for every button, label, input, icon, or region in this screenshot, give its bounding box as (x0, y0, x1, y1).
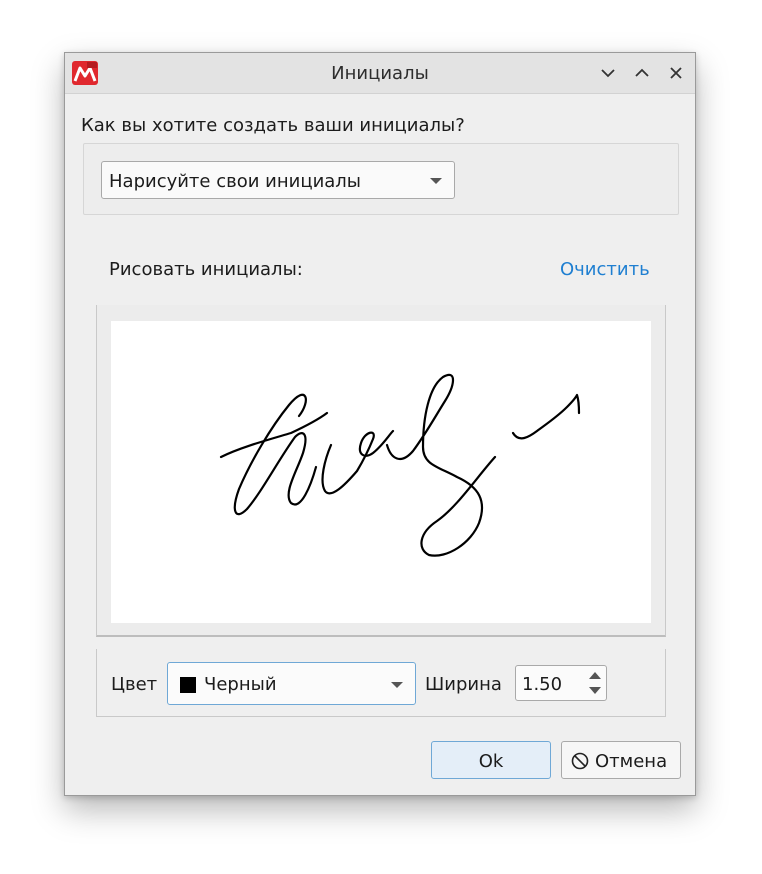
color-label: Цвет (111, 674, 158, 695)
method-dropdown[interactable]: Нарисуйте свои инициалы (101, 161, 455, 199)
cancel-icon (571, 752, 589, 770)
cancel-button[interactable]: Отмена (561, 741, 681, 779)
method-question-label: Как вы хотите создать ваши инициалы? (81, 115, 465, 136)
minimize-icon[interactable] (597, 62, 619, 84)
cancel-button-label: Отмена (595, 751, 668, 772)
drawing-canvas[interactable] (111, 321, 651, 623)
maximize-icon[interactable] (631, 62, 653, 84)
ok-button-label: Ok (478, 751, 504, 772)
ok-button[interactable]: Ok (431, 741, 551, 779)
width-spinbox-value[interactable]: 1.50 (522, 674, 562, 695)
drawn-initials-stroke (219, 373, 581, 557)
arrow-down-icon (589, 687, 601, 694)
chevron-down-icon (391, 682, 403, 688)
color-dropdown-value: Черный (204, 674, 277, 695)
drawing-area-frame (96, 305, 666, 637)
chevron-down-icon (430, 178, 442, 184)
close-icon[interactable] (665, 62, 687, 84)
draw-initials-label: Рисовать инициалы: (109, 259, 303, 280)
arrow-up-icon (589, 672, 601, 679)
color-swatch (180, 677, 196, 693)
stroke-options-group: Цвет Черный Ширина 1.50 (96, 649, 666, 717)
method-group: Нарисуйте свои инициалы (83, 143, 679, 215)
method-dropdown-value: Нарисуйте свои инициалы (109, 171, 362, 192)
clear-link[interactable]: Очистить (560, 259, 650, 280)
color-dropdown[interactable]: Черный (167, 662, 416, 705)
width-label: Ширина (425, 674, 502, 695)
spin-down-button[interactable] (585, 683, 605, 699)
title-bar[interactable]: Инициалы (65, 53, 695, 94)
spin-up-button[interactable] (585, 667, 605, 683)
width-spinbox[interactable]: 1.50 (515, 665, 607, 701)
initials-dialog: Инициалы Как вы хотите создать ваши иниц… (64, 52, 696, 796)
